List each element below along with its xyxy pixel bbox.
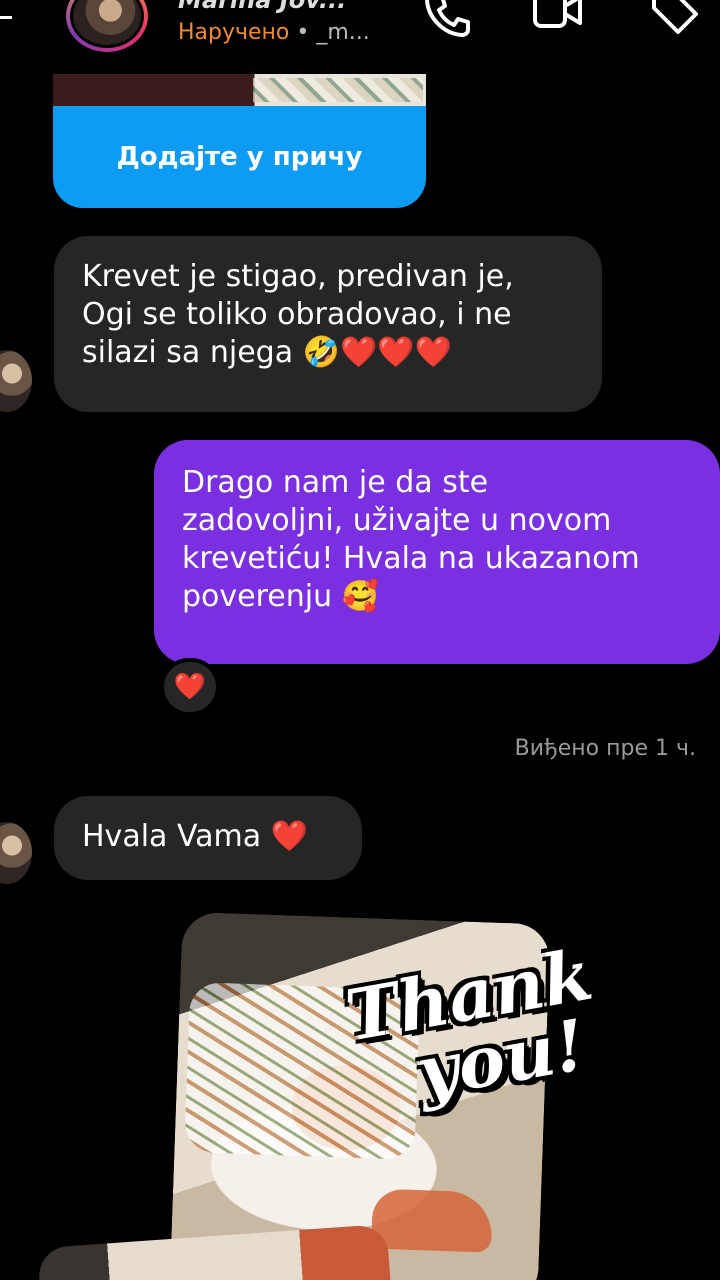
phone-icon[interactable]	[420, 0, 472, 40]
contact-avatar[interactable]	[66, 0, 148, 52]
sender-avatar[interactable]	[0, 350, 32, 412]
incoming-message[interactable]: Hvala Vama ❤️	[54, 796, 362, 880]
status-separator: •	[289, 20, 317, 45]
chat-header: Marina Jov... Наручено • _m...	[0, 0, 720, 62]
heart-reaction[interactable]: ❤️	[160, 658, 220, 716]
incoming-message[interactable]: Krevet je stigao, predivan je, Ogi se to…	[54, 236, 602, 412]
ordered-status: Наручено	[178, 20, 290, 45]
video-icon[interactable]	[532, 0, 584, 40]
add-to-story-button[interactable]: Додајте у причу	[53, 106, 426, 208]
contact-name[interactable]: Marina Jov...	[178, 0, 346, 14]
back-arrow-icon[interactable]	[0, 16, 12, 19]
seen-status: Виђено пре 1 ч.	[514, 736, 696, 761]
outgoing-message[interactable]: Drago nam je da ste zadovoljni, uživajte…	[154, 440, 720, 664]
story-card[interactable]: Додајте у причу	[53, 74, 426, 208]
chat-screen: Marina Jov... Наручено • _m... Додајте у…	[0, 0, 720, 1280]
heart-icon: ❤️	[173, 672, 207, 702]
contact-status: Наручено • _m...	[178, 20, 370, 45]
story-thumbnail[interactable]	[53, 74, 426, 106]
sender-avatar[interactable]	[0, 822, 32, 884]
tag-icon[interactable]	[648, 0, 700, 40]
contact-handle: _m...	[316, 20, 370, 45]
